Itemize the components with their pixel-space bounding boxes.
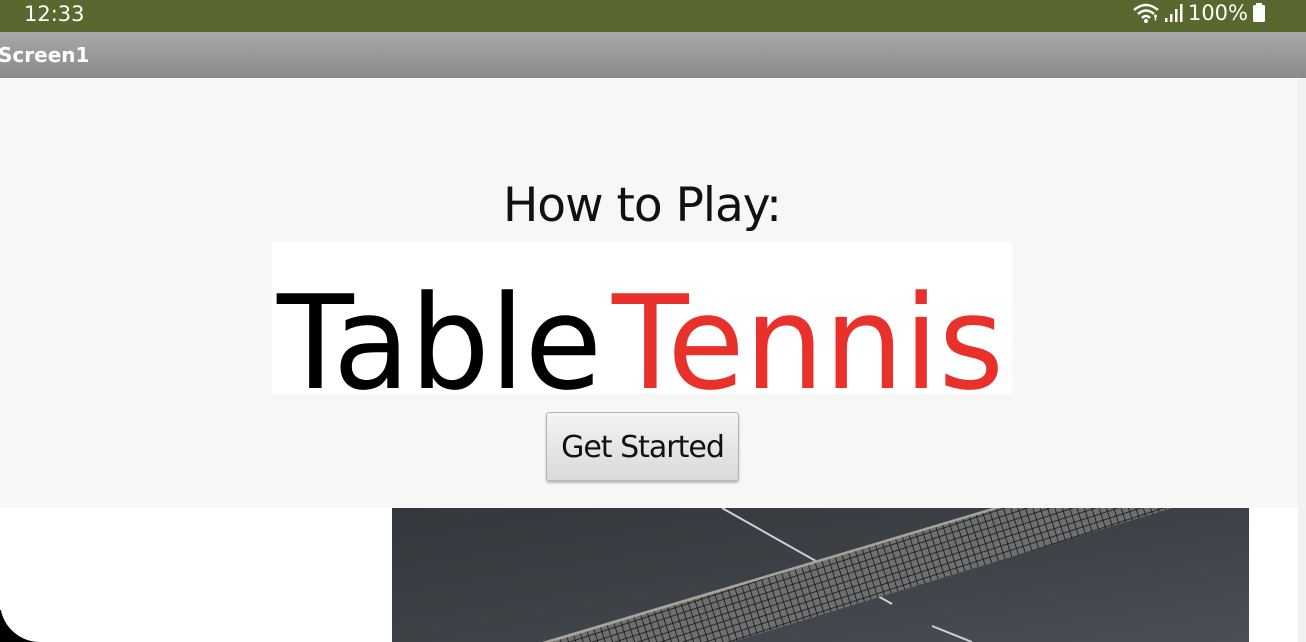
status-icons: 100% <box>1132 0 1266 26</box>
table-tennis-logo-image: Table Tennis <box>272 242 1012 394</box>
how-to-play-heading: How to Play: <box>502 178 782 233</box>
table-tennis-net-photo <box>392 508 1249 642</box>
logo-word-tennis: Tennis <box>611 267 1004 394</box>
screen-title: Screen1 <box>0 43 90 67</box>
status-time: 12:33 <box>24 2 85 26</box>
app-title-bar: Screen1 <box>0 32 1306 78</box>
battery-percent: 100% <box>1187 1 1248 25</box>
wifi-icon <box>1132 2 1160 24</box>
get-started-button[interactable]: Get Started <box>546 412 739 481</box>
battery-icon <box>1252 2 1266 24</box>
signal-icon <box>1164 2 1184 24</box>
status-bar: 12:33 100% <box>0 0 1306 32</box>
logo-word-table: Table <box>276 267 602 394</box>
screen-edge <box>1298 78 1306 642</box>
